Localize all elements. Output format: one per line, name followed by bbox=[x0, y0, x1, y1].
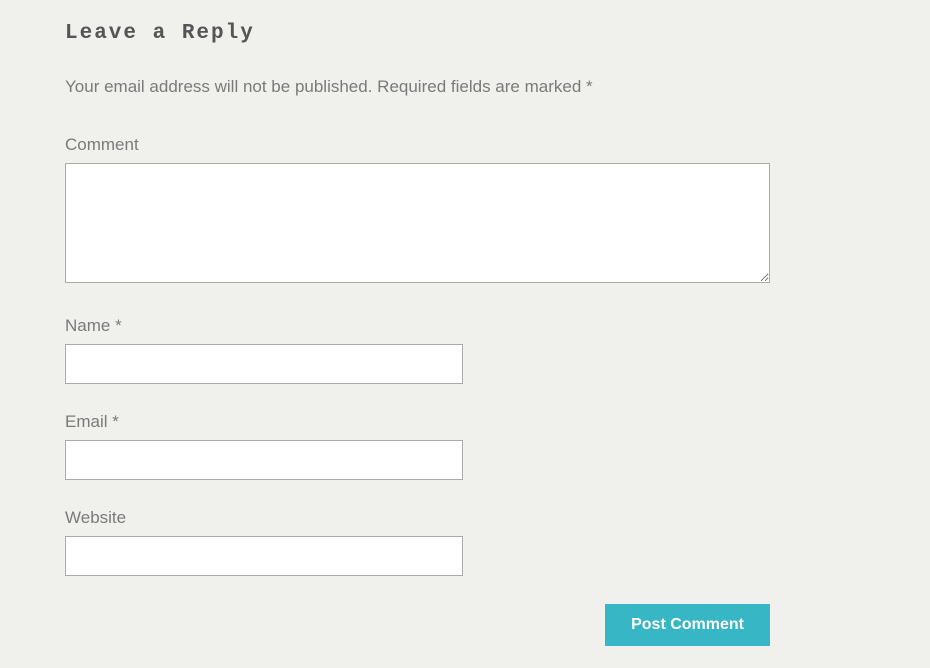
website-input[interactable] bbox=[65, 536, 463, 576]
reply-heading: Leave a Reply bbox=[65, 22, 745, 45]
name-input[interactable] bbox=[65, 344, 463, 384]
email-field-group: Email * bbox=[65, 412, 745, 480]
website-label: Website bbox=[65, 508, 745, 528]
email-input[interactable] bbox=[65, 440, 463, 480]
post-comment-button[interactable]: Post Comment bbox=[605, 604, 770, 646]
comment-field-group: Comment bbox=[65, 135, 745, 288]
email-label: Email * bbox=[65, 412, 745, 432]
submit-row: Post Comment bbox=[65, 604, 770, 646]
name-field-group: Name * bbox=[65, 316, 745, 384]
required-notice: Your email address will not be published… bbox=[65, 77, 745, 97]
name-label: Name * bbox=[65, 316, 745, 336]
comment-label: Comment bbox=[65, 135, 745, 155]
comment-textarea[interactable] bbox=[65, 163, 770, 283]
website-field-group: Website bbox=[65, 508, 745, 576]
